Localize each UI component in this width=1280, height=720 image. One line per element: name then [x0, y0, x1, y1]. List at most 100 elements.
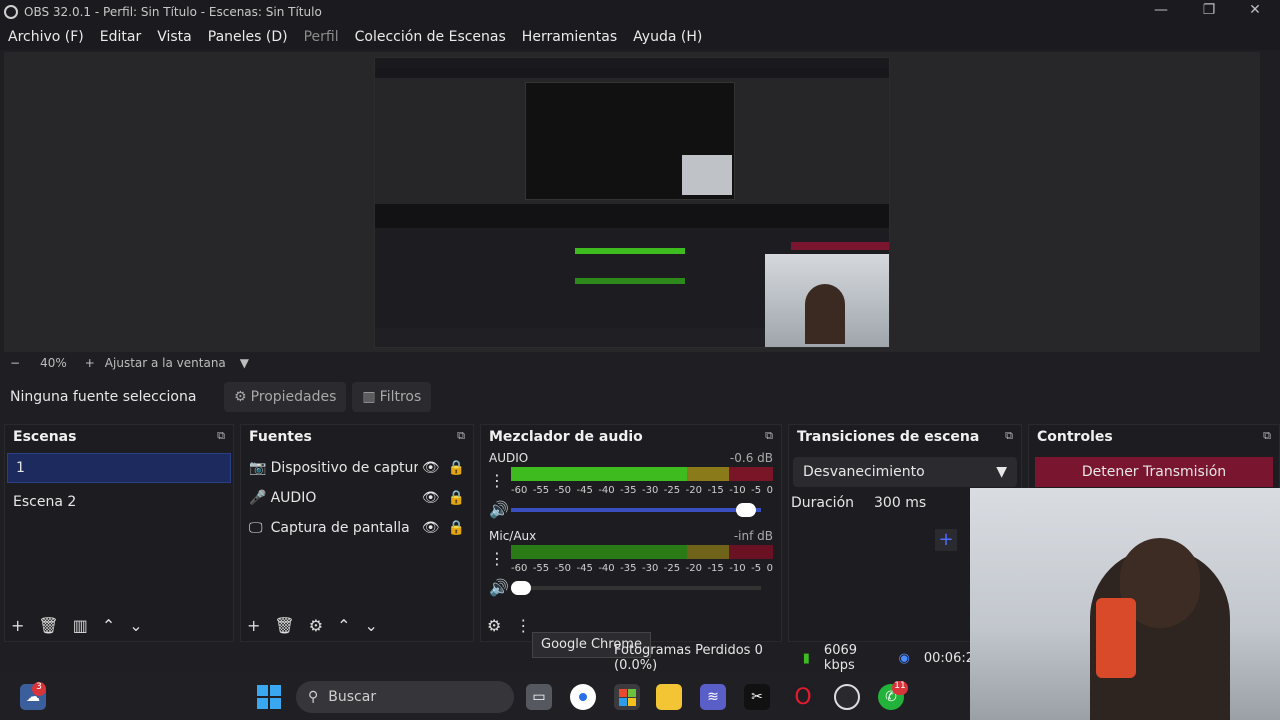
- volume-knob[interactable]: [736, 502, 757, 517]
- menu-herramientas[interactable]: Herramientas: [514, 29, 625, 45]
- chevron-down-icon[interactable]: ⌄: [129, 616, 142, 635]
- filter-icon[interactable]: ▥: [73, 616, 88, 635]
- transition-selected: Desvanecimiento: [803, 464, 925, 480]
- channel-name: Mic/Aux: [489, 529, 537, 543]
- chevron-down-icon[interactable]: ▼: [240, 356, 249, 370]
- meter-red: [729, 545, 773, 559]
- preview-nested-titlebar: [375, 58, 889, 68]
- chevron-up-icon[interactable]: ⌃: [337, 616, 350, 635]
- trash-icon[interactable]: 🗑: [274, 616, 294, 635]
- menu-archivo[interactable]: Archivo (F): [0, 29, 92, 45]
- sources-title: Fuentes: [249, 429, 312, 445]
- add-icon[interactable]: +: [11, 616, 24, 635]
- audio-mixer-dock: Mezclador de audio ⧉ AUDIO -0.6 dB ⋮ -60…: [480, 424, 782, 642]
- lock-icon[interactable]: 🔒: [448, 460, 465, 476]
- add-icon[interactable]: +: [935, 529, 957, 551]
- source-item[interactable]: 📷 Dispositivo de captura d 👁 🔒: [241, 453, 473, 483]
- speaker-icon[interactable]: 🔊: [489, 578, 511, 597]
- controls-header: Controles ⧉: [1029, 425, 1279, 449]
- menu-editar[interactable]: Editar: [92, 29, 149, 45]
- menu-coleccion[interactable]: Colección de Escenas: [347, 29, 514, 45]
- zoom-out-button[interactable]: −: [10, 356, 20, 370]
- transitions-header: Transiciones de escena ⧉: [789, 425, 1021, 449]
- gear-icon[interactable]: ⚙: [309, 616, 323, 635]
- transitions-title: Transiciones de escena: [797, 429, 980, 445]
- source-item[interactable]: 🖵 Captura de pantalla 👁 🔒: [241, 513, 473, 543]
- search-placeholder: Buscar: [328, 689, 377, 705]
- duration-field[interactable]: 300 ms: [874, 495, 926, 511]
- properties-button[interactable]: ⚙ Propiedades: [224, 382, 347, 412]
- chrome-icon[interactable]: [570, 684, 596, 710]
- stop-stream-button[interactable]: Detener Transmisión: [1035, 457, 1273, 487]
- meter-red: [729, 467, 773, 481]
- app-icon[interactable]: ≋: [700, 684, 726, 710]
- kebab-menu-icon[interactable]: ⋮: [515, 616, 531, 635]
- level-meter: [511, 543, 773, 563]
- task-view-icon[interactable]: ▭: [526, 684, 552, 710]
- close-button[interactable]: ✕: [1232, 2, 1278, 22]
- webcam-overlay: [970, 488, 1280, 720]
- program-preview[interactable]: [374, 57, 890, 348]
- float-icon[interactable]: ⧉: [217, 429, 225, 445]
- fit-window-label[interactable]: Ajustar a la ventana: [105, 356, 226, 370]
- store-icon[interactable]: [614, 684, 640, 710]
- window-title: OBS 32.0.1 - Perfil: Sin Título - Escena…: [24, 5, 322, 19]
- obs-icon[interactable]: [834, 684, 860, 710]
- meter-green: [511, 545, 687, 559]
- volume-slider[interactable]: [511, 502, 761, 517]
- menu-paneles[interactable]: Paneles (D): [200, 29, 296, 45]
- transition-select[interactable]: Desvanecimiento ▼: [793, 457, 1017, 487]
- lock-icon[interactable]: 🔒: [448, 520, 465, 536]
- preview-nested-stop: [791, 242, 889, 250]
- kebab-menu-icon[interactable]: ⋮: [489, 471, 511, 490]
- trash-icon[interactable]: 🗑: [38, 616, 58, 635]
- float-icon[interactable]: ⧉: [1005, 429, 1013, 445]
- scene-item[interactable]: Escena 2: [5, 487, 233, 517]
- status-bar: Fotogramas Perdidos 0 (0.0%) ▮ 6069 kbps…: [614, 643, 974, 673]
- float-icon[interactable]: ⧉: [457, 429, 465, 445]
- menu-ayuda[interactable]: Ayuda (H): [625, 29, 710, 45]
- scene-item[interactable]: 1: [7, 453, 231, 483]
- eye-icon[interactable]: 👁: [422, 490, 440, 506]
- taskbar-search[interactable]: ⚲ Buscar: [296, 681, 514, 713]
- lock-icon[interactable]: 🔒: [448, 490, 465, 506]
- add-icon[interactable]: +: [247, 616, 260, 635]
- sources-header: Fuentes ⧉: [241, 425, 473, 449]
- kebab-menu-icon[interactable]: ⋮: [489, 549, 511, 568]
- mixer-title: Mezclador de audio: [489, 429, 643, 445]
- preview-nested-camera: [765, 254, 889, 347]
- opera-icon[interactable]: O: [790, 684, 816, 710]
- scenes-header: Escenas ⧉: [5, 425, 233, 449]
- title-bar: OBS 32.0.1 - Perfil: Sin Título - Escena…: [0, 0, 1280, 24]
- meter-tick-label: -10: [729, 563, 746, 574]
- sources-dock: Fuentes ⧉ 📷 Dispositivo de captura d 👁 🔒…: [240, 424, 474, 642]
- meter-tick-label: -40: [598, 485, 615, 496]
- eye-icon[interactable]: 👁: [422, 520, 440, 536]
- volume-knob[interactable]: [511, 580, 531, 595]
- menu-perfil[interactable]: Perfil: [296, 29, 347, 45]
- meter-tick-label: -15: [707, 563, 724, 574]
- meter-tick-label: -35: [620, 563, 637, 574]
- gear-icon[interactable]: ⚙: [487, 616, 501, 635]
- minimize-button[interactable]: —: [1138, 2, 1184, 22]
- maximize-button[interactable]: ❐: [1186, 2, 1232, 22]
- meter-yellow: [687, 467, 729, 481]
- sources-toolbar: + 🗑 ⚙ ⌃ ⌄: [247, 616, 378, 635]
- capcut-icon[interactable]: ✂: [744, 684, 770, 710]
- float-icon[interactable]: ⧉: [1263, 429, 1271, 445]
- zoom-in-button[interactable]: +: [85, 356, 95, 370]
- menu-vista[interactable]: Vista: [149, 29, 200, 45]
- float-icon[interactable]: ⧉: [765, 429, 773, 445]
- chevron-down-icon[interactable]: ⌄: [364, 616, 377, 635]
- file-explorer-icon[interactable]: [656, 684, 682, 710]
- filters-button[interactable]: ▥ Filtros: [352, 382, 432, 412]
- eye-icon[interactable]: 👁: [422, 460, 440, 476]
- speaker-icon[interactable]: 🔊: [489, 500, 511, 519]
- chevron-up-icon[interactable]: ⌃: [102, 616, 115, 635]
- broadcast-icon: ◉: [898, 650, 910, 666]
- meter-tick-label: -15: [707, 485, 724, 496]
- source-item[interactable]: 🎤 AUDIO 👁 🔒: [241, 483, 473, 513]
- volume-slider[interactable]: [511, 580, 761, 595]
- preview-nested-taskbar: [375, 328, 765, 347]
- windows-start-icon[interactable]: [256, 684, 282, 710]
